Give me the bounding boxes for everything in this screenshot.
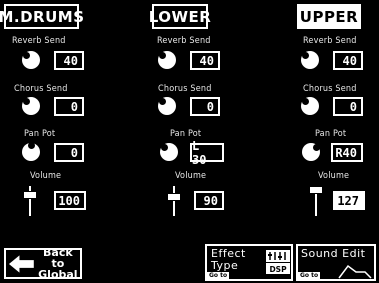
chorus-send-label: Chorus Send (14, 84, 68, 94)
volume-fader[interactable] (168, 186, 180, 216)
pan-pot-value[interactable]: 0 (54, 143, 84, 162)
volume-fader[interactable] (310, 186, 322, 216)
pan-pot-knob[interactable] (302, 143, 320, 161)
chorus-send-knob[interactable] (22, 97, 40, 115)
pan-pot-value[interactable]: L 30 (190, 139, 224, 167)
volume-value[interactable]: 127 (333, 191, 365, 210)
reverb-send-value[interactable]: 40 (54, 51, 84, 70)
fader-cap[interactable] (168, 193, 180, 201)
back-line2: Global (38, 268, 78, 281)
sound-edit-label: Sound Edit (301, 247, 366, 260)
volume-label: Volume (175, 171, 207, 181)
chorus-send-label: Chorus Send (158, 84, 212, 94)
back-to-global-button[interactable]: Back to Global (4, 247, 82, 280)
back-line1: Back to (43, 246, 73, 270)
reverb-send-label: Reverb Send (12, 36, 66, 46)
sound-edit-button[interactable]: Sound Edit Go to (296, 244, 376, 281)
pan-pot-label: Pan Pot (315, 129, 347, 139)
volume-label: Volume (30, 171, 62, 181)
reverb-send-label: Reverb Send (303, 36, 357, 46)
go-to-tag: Go to (298, 272, 321, 279)
fader-track (173, 186, 175, 216)
go-to-tag: Go to (207, 272, 230, 279)
effect-type-button[interactable]: Effect Type DSP Go to (205, 244, 293, 281)
fader-cap[interactable] (310, 186, 322, 194)
tab-m-drums[interactable]: M.DRUMS (0, 4, 84, 29)
reverb-send-label: Reverb Send (157, 36, 211, 46)
pan-pot-knob[interactable] (22, 142, 40, 161)
reverb-send-knob[interactable] (22, 51, 40, 69)
chorus-send-knob[interactable] (158, 97, 176, 115)
svg-text:DSP: DSP (269, 265, 287, 274)
volume-value[interactable]: 90 (194, 191, 224, 210)
type-label: Type (211, 259, 239, 272)
mixer-screen: M.DRUMS LOWER UPPER Reverb Send 40 Choru… (0, 0, 379, 283)
pan-pot-label: Pan Pot (170, 129, 202, 139)
dsp-icon: DSP (266, 250, 290, 274)
tab-upper[interactable]: UPPER (297, 4, 361, 29)
reverb-send-value[interactable]: 40 (190, 51, 220, 70)
pan-pot-label: Pan Pot (24, 129, 56, 139)
reverb-send-knob[interactable] (301, 51, 319, 69)
chorus-send-knob[interactable] (301, 97, 319, 115)
chorus-send-value[interactable]: 0 (190, 97, 220, 116)
volume-fader[interactable] (24, 186, 36, 216)
envelope-icon (338, 264, 372, 279)
reverb-send-knob[interactable] (158, 51, 176, 69)
chorus-send-value[interactable]: 0 (333, 97, 363, 116)
fader-cap[interactable] (24, 191, 36, 199)
chorus-send-value[interactable]: 0 (54, 97, 84, 116)
pan-pot-knob[interactable] (160, 143, 178, 161)
tab-lower[interactable]: LOWER (149, 4, 211, 29)
arrow-left-icon (8, 254, 34, 273)
volume-label: Volume (318, 171, 350, 181)
reverb-send-value[interactable]: 40 (333, 51, 363, 70)
back-to-global-label: Back to Global (36, 247, 80, 280)
chorus-send-label: Chorus Send (303, 84, 357, 94)
pan-pot-value[interactable]: R40 (331, 143, 363, 162)
volume-value[interactable]: 100 (54, 191, 86, 210)
